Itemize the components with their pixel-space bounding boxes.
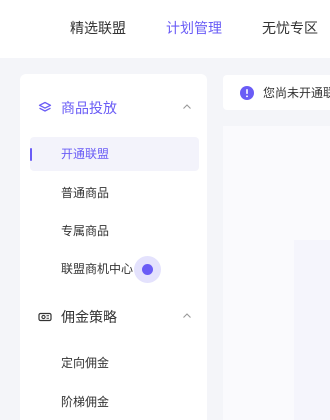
- tab-worry-free-zone[interactable]: 无忧专区: [262, 19, 318, 37]
- chevron-up-icon: [183, 313, 191, 318]
- sidebar-item-open-alliance[interactable]: 开通联盟: [30, 137, 199, 171]
- sidebar-group-label: 商品投放: [61, 100, 117, 116]
- sidebar-item-label: 普通商品: [61, 186, 110, 200]
- sidebar-group-label: 佣金策略: [61, 309, 117, 325]
- main-content: [223, 126, 330, 420]
- sidebar-item-alliance-opportunity-center[interactable]: 联盟商机中心: [30, 252, 199, 286]
- notice-text: 您尚未开通联盟: [263, 86, 330, 100]
- cursor-indicator: [134, 256, 161, 283]
- notice-bar: 您尚未开通联盟: [223, 75, 330, 110]
- tab-plan-management[interactable]: 计划管理: [166, 19, 222, 37]
- ticket-icon: [38, 312, 52, 322]
- info-icon: [240, 86, 254, 100]
- sidebar-item-label: 阶梯佣金: [61, 395, 110, 409]
- content-card: [294, 240, 330, 420]
- sidebar-item-targeted-commission[interactable]: 定向佣金: [30, 346, 199, 380]
- sidebar-item-normal-products[interactable]: 普通商品: [30, 176, 199, 210]
- sidebar-item-label: 开通联盟: [61, 147, 110, 161]
- sidebar-item-label: 专属商品: [61, 224, 110, 238]
- layers-icon: [38, 101, 52, 112]
- active-indicator: [30, 148, 32, 161]
- tab-featured-alliance[interactable]: 精选联盟: [70, 19, 126, 37]
- sidebar-item-exclusive-products[interactable]: 专属商品: [30, 214, 199, 248]
- chevron-up-icon: [183, 104, 191, 109]
- sidebar-group-product-placement[interactable]: 商品投放: [20, 96, 207, 120]
- top-nav: 精选联盟 计划管理 无忧专区: [0, 0, 330, 58]
- sidebar-item-tiered-commission[interactable]: 阶梯佣金: [30, 385, 199, 419]
- sidebar-item-label: 联盟商机中心: [61, 262, 134, 276]
- sidebar: 商品投放 开通联盟 普通商品 专属商品 联盟商机中心 佣金策略 定向佣金 阶梯佣…: [20, 74, 207, 420]
- sidebar-item-label: 定向佣金: [61, 356, 110, 370]
- sidebar-group-commission-strategy[interactable]: 佣金策略: [20, 305, 207, 329]
